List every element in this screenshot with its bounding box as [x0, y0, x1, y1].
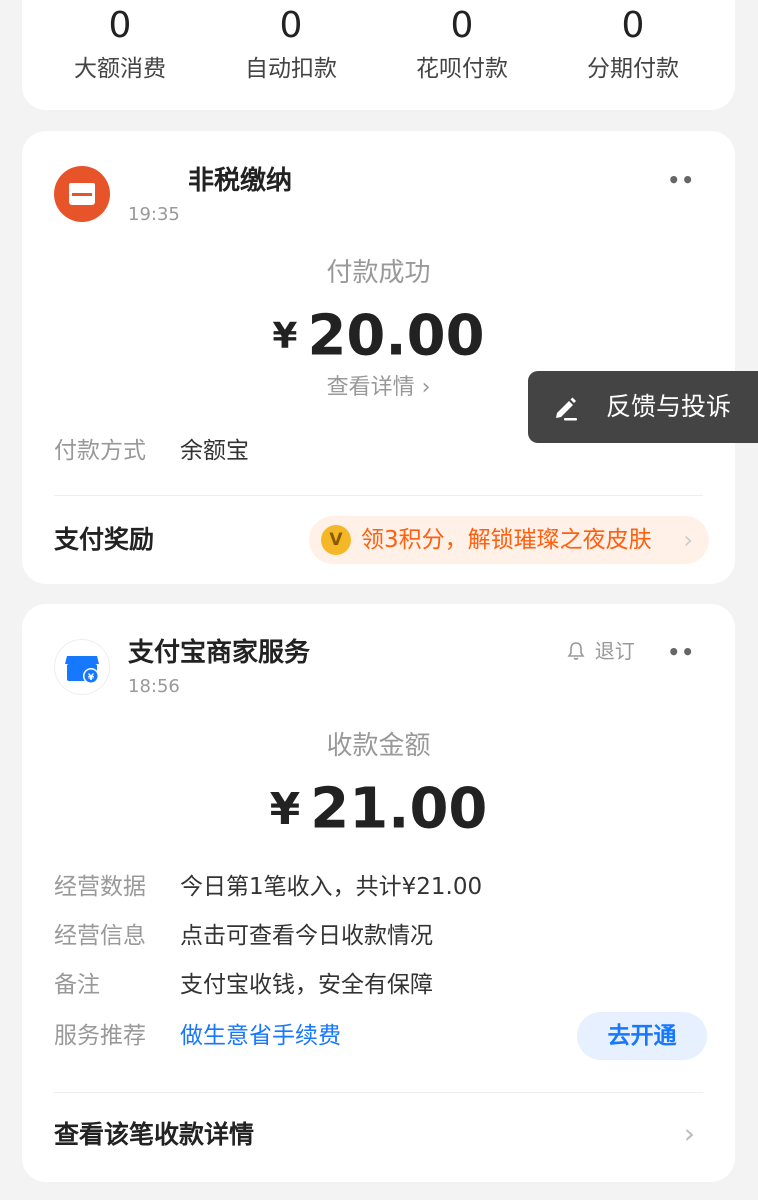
unsubscribe-label: 退订 [594, 639, 635, 663]
amount-value: 20.00 [307, 303, 485, 369]
payment-method-label: 付款方式 [54, 438, 146, 464]
merchant-card[interactable]: ¥ 支付宝商家服务 18:56 退订 •• 收款金额 ¥21.00 经营数据 今… [22, 604, 735, 1182]
currency-symbol: ¥ [272, 315, 298, 357]
merchant-name: 非税缴纳 [188, 166, 293, 196]
row-value: 点击可查看今日收款情况 [180, 923, 433, 949]
pen-icon [556, 397, 577, 421]
payment-card[interactable]: 非税缴纳 19:35 •• 付款成功 ¥20.00 查看详情 › 付款方式 余额… [22, 131, 735, 584]
feedback-button[interactable]: 反馈与投诉 [528, 371, 758, 443]
transaction-time: 19:35 [128, 204, 180, 225]
stat-value: 0 [108, 5, 132, 46]
row-value: 今日第1笔收入，共计¥21.00 [180, 874, 483, 900]
row-label: 经营数据 [54, 874, 146, 900]
stat-value: 0 [621, 5, 645, 46]
divider [54, 1092, 703, 1093]
row-label: 备注 [54, 972, 100, 998]
stat-label: 分期付款 [587, 56, 679, 82]
row-value: 支付宝收钱，安全有保障 [180, 972, 433, 998]
unsubscribe-button[interactable]: 退订 [567, 638, 635, 666]
row-label: 经营信息 [54, 923, 146, 949]
view-collection-details-link[interactable]: 查看该笔收款详情 [54, 1119, 254, 1151]
service-label: 服务推荐 [54, 1023, 146, 1049]
service-link[interactable]: 做生意省手续费 [180, 1021, 341, 1051]
svg-text:¥: ¥ [88, 673, 95, 683]
merchant-name: 支付宝商家服务 [128, 638, 311, 668]
chevron-right-icon: › [683, 526, 693, 554]
stat-value: 0 [450, 5, 474, 46]
payment-amount: ¥20.00 [22, 303, 735, 370]
feedback-label: 反馈与投诉 [606, 392, 732, 421]
transaction-time: 18:56 [128, 676, 180, 697]
merchant-avatar: ¥ [54, 639, 110, 695]
coin-icon: V [321, 525, 351, 555]
stat-label: 花呗付款 [416, 56, 508, 82]
reward-title: 支付奖励 [54, 525, 155, 554]
payment-status: 付款成功 [326, 258, 431, 288]
stat-label: 大额消费 [74, 56, 166, 82]
bell-icon [567, 642, 591, 663]
stat-value: 0 [279, 5, 303, 46]
chevron-right-icon: › [683, 1117, 695, 1150]
collection-amount: ¥21.00 [22, 776, 735, 843]
stats-row: 0 大额消费 0 自动扣款 0 花呗付款 0 分期付款 [22, 0, 735, 110]
collection-status: 收款金额 [326, 731, 431, 761]
currency-symbol: ¥ [269, 783, 301, 835]
amount-value: 21.00 [310, 776, 488, 842]
stats-card: 0 大额消费 0 自动扣款 0 花呗付款 0 分期付款 [22, 0, 735, 110]
divider [54, 495, 703, 496]
more-icon[interactable]: •• [667, 168, 695, 192]
payment-method-value: 余额宝 [180, 438, 249, 464]
more-icon[interactable]: •• [667, 640, 695, 664]
reward-text: 领3积分，解锁璀璨之夜皮肤 [361, 527, 652, 553]
reward-button[interactable]: V 领3积分，解锁璀璨之夜皮肤 › [309, 516, 709, 564]
stat-label: 自动扣款 [245, 56, 337, 82]
shop-icon [69, 183, 95, 205]
storefront-icon: ¥ [65, 656, 99, 684]
activate-button[interactable]: 去开通 [577, 1012, 707, 1060]
merchant-avatar [54, 166, 110, 222]
